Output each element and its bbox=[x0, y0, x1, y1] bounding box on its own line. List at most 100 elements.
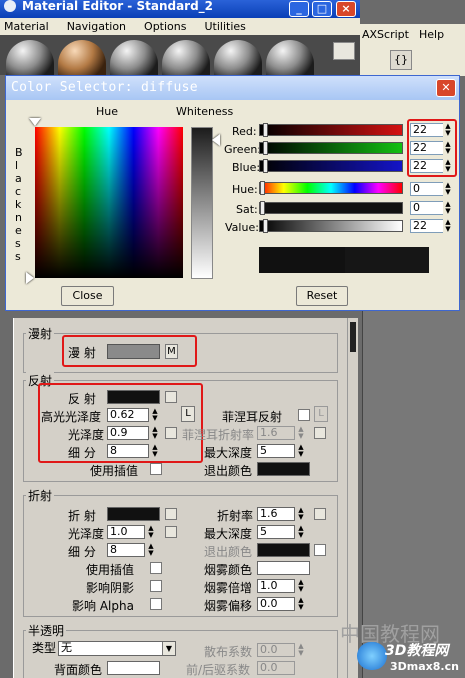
refract-gloss-spinner-icon[interactable]: ▲ ▼ bbox=[146, 525, 156, 539]
refract-subdiv-label: 细 分 bbox=[68, 545, 96, 559]
menu-navigation[interactable]: Navigation bbox=[67, 20, 126, 33]
menu-maxscript[interactable]: AXScript bbox=[362, 28, 409, 41]
whiteness-bar[interactable] bbox=[191, 127, 213, 279]
scatter-field[interactable]: 0.0 bbox=[257, 643, 295, 657]
menu-options[interactable]: Options bbox=[144, 20, 186, 33]
ior-spinner-icon[interactable]: ▲ ▼ bbox=[296, 507, 306, 521]
refract-use-interp-checkbox[interactable] bbox=[150, 562, 162, 574]
menu-material[interactable]: Material bbox=[4, 20, 49, 33]
value-slider[interactable] bbox=[259, 220, 403, 232]
close-button[interactable]: Close bbox=[61, 286, 114, 306]
fresnel-checkbox[interactable] bbox=[298, 409, 310, 421]
scatter-label: 散布系数 bbox=[204, 645, 253, 659]
max-depth-label: 最大深度 bbox=[204, 446, 253, 460]
refract-map-button[interactable] bbox=[165, 508, 177, 520]
material-parameters-panel: 漫射 漫 射 M 反射 反 射 高光光泽度 0.62 ▲ ▼ L 光泽度 0.9 … bbox=[13, 318, 347, 678]
refract-gloss-field[interactable]: 1.0 bbox=[107, 525, 145, 539]
sat-spinner-arrows-icon[interactable]: ▲ ▼ bbox=[443, 201, 453, 215]
green-label: Green: bbox=[224, 143, 262, 156]
exit-color-swatch[interactable] bbox=[257, 462, 310, 476]
blackness-pointer-icon[interactable] bbox=[26, 272, 34, 284]
menu-utilities[interactable]: Utilities bbox=[204, 20, 245, 33]
front-back-field[interactable]: 0.0 bbox=[257, 661, 295, 675]
hue-slider[interactable] bbox=[259, 182, 403, 194]
refract-max-depth-field[interactable]: 5 bbox=[257, 525, 295, 539]
red-label: Red: bbox=[232, 125, 257, 138]
sample-type-button[interactable] bbox=[333, 42, 355, 60]
minimize-button[interactable]: _ bbox=[289, 1, 309, 17]
fresnel-ior-spinner-icon[interactable]: ▲ ▼ bbox=[296, 426, 306, 440]
refract-max-depth-spinner-icon[interactable]: ▲ ▼ bbox=[296, 525, 306, 539]
max-depth-spinner-icon[interactable]: ▲ ▼ bbox=[296, 444, 306, 458]
fresnel-ior-field[interactable]: 1.6 bbox=[257, 426, 295, 440]
dropdown-arrow-icon[interactable]: ▼ bbox=[162, 642, 175, 655]
blue-slider-thumb[interactable] bbox=[263, 159, 268, 173]
hue-row-label: Hue: bbox=[232, 183, 258, 196]
original-color-swatch bbox=[259, 247, 345, 273]
exit-color-label: 退出颜色 bbox=[204, 464, 253, 478]
window-title: Material Editor - Standard_2 bbox=[22, 0, 214, 13]
watermark-logo-icon bbox=[357, 642, 387, 670]
fog-bias-spinner-icon[interactable]: ▲ ▼ bbox=[296, 597, 306, 611]
refract-exit-color-checkbox[interactable] bbox=[314, 544, 326, 556]
fog-color-label: 烟雾颜色 bbox=[204, 563, 253, 577]
value-spinner[interactable]: 22 bbox=[410, 219, 447, 233]
type-dropdown[interactable]: 无 bbox=[58, 641, 176, 656]
ior-map-button[interactable] bbox=[314, 508, 326, 520]
front-back-label: 前/后驱系数 bbox=[186, 663, 251, 677]
app-icon bbox=[4, 0, 16, 12]
green-slider-thumb[interactable] bbox=[263, 141, 268, 155]
sat-spinner[interactable]: 0 bbox=[410, 201, 447, 215]
fresnel-ior-map-button[interactable] bbox=[314, 427, 326, 439]
fog-mult-field[interactable]: 1.0 bbox=[257, 579, 295, 593]
diffuse-group-label: 漫射 bbox=[26, 325, 55, 342]
red-slider[interactable] bbox=[259, 124, 403, 136]
fog-color-swatch[interactable] bbox=[257, 561, 310, 575]
sat-slider-thumb[interactable] bbox=[260, 201, 265, 215]
hue-blackness-picker[interactable] bbox=[35, 127, 183, 278]
value-spinner-arrows-icon[interactable]: ▲ ▼ bbox=[443, 219, 453, 233]
reset-button[interactable]: Reset bbox=[296, 286, 348, 306]
fog-bias-label: 烟雾偏移 bbox=[204, 599, 253, 613]
curly-braces-icon[interactable]: {} bbox=[390, 50, 412, 70]
refract-color-swatch[interactable] bbox=[107, 507, 160, 521]
watermark-url: 3Dmax8.cn bbox=[390, 660, 459, 673]
hue-label: Hue bbox=[96, 105, 119, 118]
affect-alpha-checkbox[interactable] bbox=[150, 598, 162, 610]
reflect-highlight-box bbox=[38, 383, 203, 463]
fresnel-lock-button[interactable]: L bbox=[314, 406, 328, 422]
value-slider-thumb[interactable] bbox=[263, 219, 268, 233]
dialog-close-icon[interactable]: ✕ bbox=[436, 79, 456, 97]
refract-exit-color-swatch[interactable] bbox=[257, 543, 310, 557]
hue-slider-thumb[interactable] bbox=[260, 181, 265, 195]
hue-spinner[interactable]: 0 bbox=[410, 182, 447, 196]
whiteness-pointer-icon[interactable] bbox=[212, 134, 220, 146]
fog-mult-spinner-icon[interactable]: ▲ ▼ bbox=[296, 579, 306, 593]
maximize-button[interactable]: □ bbox=[312, 1, 332, 17]
refract-max-depth-label: 最大深度 bbox=[204, 527, 253, 541]
sat-slider[interactable] bbox=[259, 202, 403, 214]
fog-bias-field[interactable]: 0.0 bbox=[257, 597, 295, 611]
affect-shadow-checkbox[interactable] bbox=[150, 580, 162, 592]
red-slider-thumb[interactable] bbox=[263, 123, 268, 137]
max-depth-field[interactable]: 5 bbox=[257, 444, 295, 458]
refract-subdiv-spinner-icon[interactable]: ▲ ▼ bbox=[146, 543, 156, 557]
menu-help[interactable]: Help bbox=[419, 28, 444, 41]
scatter-spinner-icon[interactable]: ▲ ▼ bbox=[296, 643, 306, 657]
blue-slider[interactable] bbox=[259, 160, 403, 172]
back-color-swatch[interactable] bbox=[107, 661, 160, 675]
dialog-title: Color Selector: diffuse bbox=[11, 80, 198, 95]
refract-subdiv-field[interactable]: 8 bbox=[107, 543, 145, 557]
green-slider[interactable] bbox=[259, 142, 403, 154]
close-window-button[interactable]: × bbox=[336, 1, 356, 17]
current-color-swatch bbox=[345, 247, 429, 273]
hue-pointer-icon[interactable] bbox=[29, 118, 41, 126]
ior-field[interactable]: 1.6 bbox=[257, 507, 295, 521]
use-interp-checkbox[interactable] bbox=[150, 463, 162, 475]
scrollbar-thumb[interactable] bbox=[350, 322, 356, 352]
refract-gloss-map-button[interactable] bbox=[165, 526, 177, 538]
menu-bar: Material Navigation Options Utilities bbox=[0, 18, 360, 35]
diffuse-highlight-box bbox=[62, 335, 197, 367]
hue-spinner-arrows-icon[interactable]: ▲ ▼ bbox=[443, 182, 453, 196]
whiteness-label: Whiteness bbox=[176, 105, 234, 118]
